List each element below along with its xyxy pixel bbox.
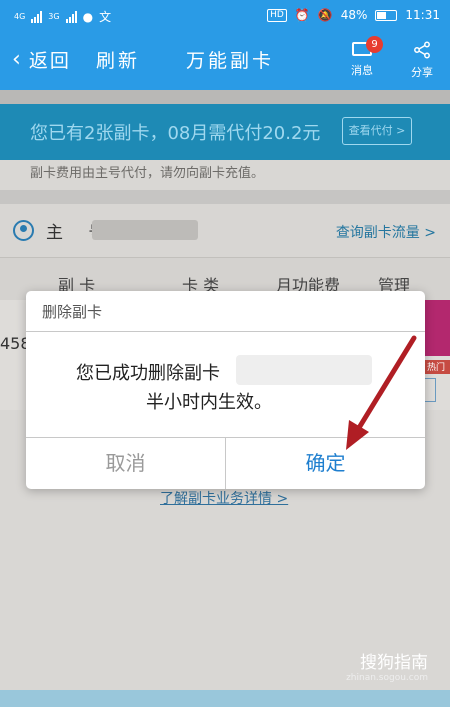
watermark-url: zhinan.sogou.com — [346, 673, 428, 683]
watermark: 搜狗指南 zhinan.sogou.com — [346, 648, 428, 683]
annotation-arrow-icon — [346, 335, 417, 450]
watermark-brand: 搜狗指南 — [360, 653, 428, 673]
